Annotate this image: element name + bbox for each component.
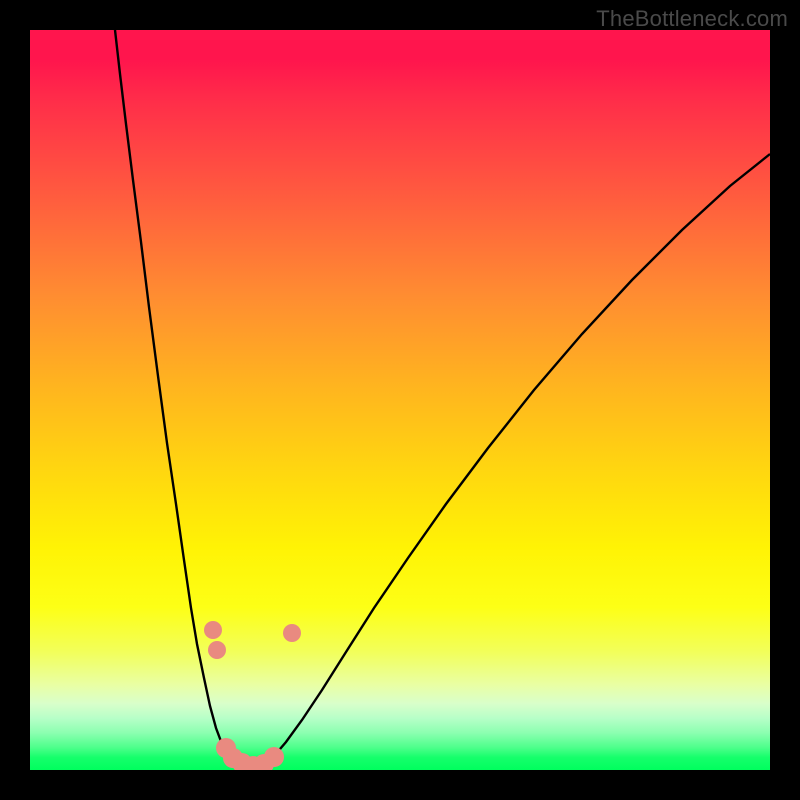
marker-dots xyxy=(204,621,301,770)
marker-dot xyxy=(204,621,222,639)
marker-dot xyxy=(264,747,284,767)
outer-frame: TheBottleneck.com xyxy=(0,0,800,800)
marker-dot xyxy=(208,641,226,659)
curve-layer xyxy=(30,30,770,770)
marker-dot xyxy=(283,624,301,642)
plot-area xyxy=(30,30,770,770)
watermark-text: TheBottleneck.com xyxy=(596,6,788,32)
